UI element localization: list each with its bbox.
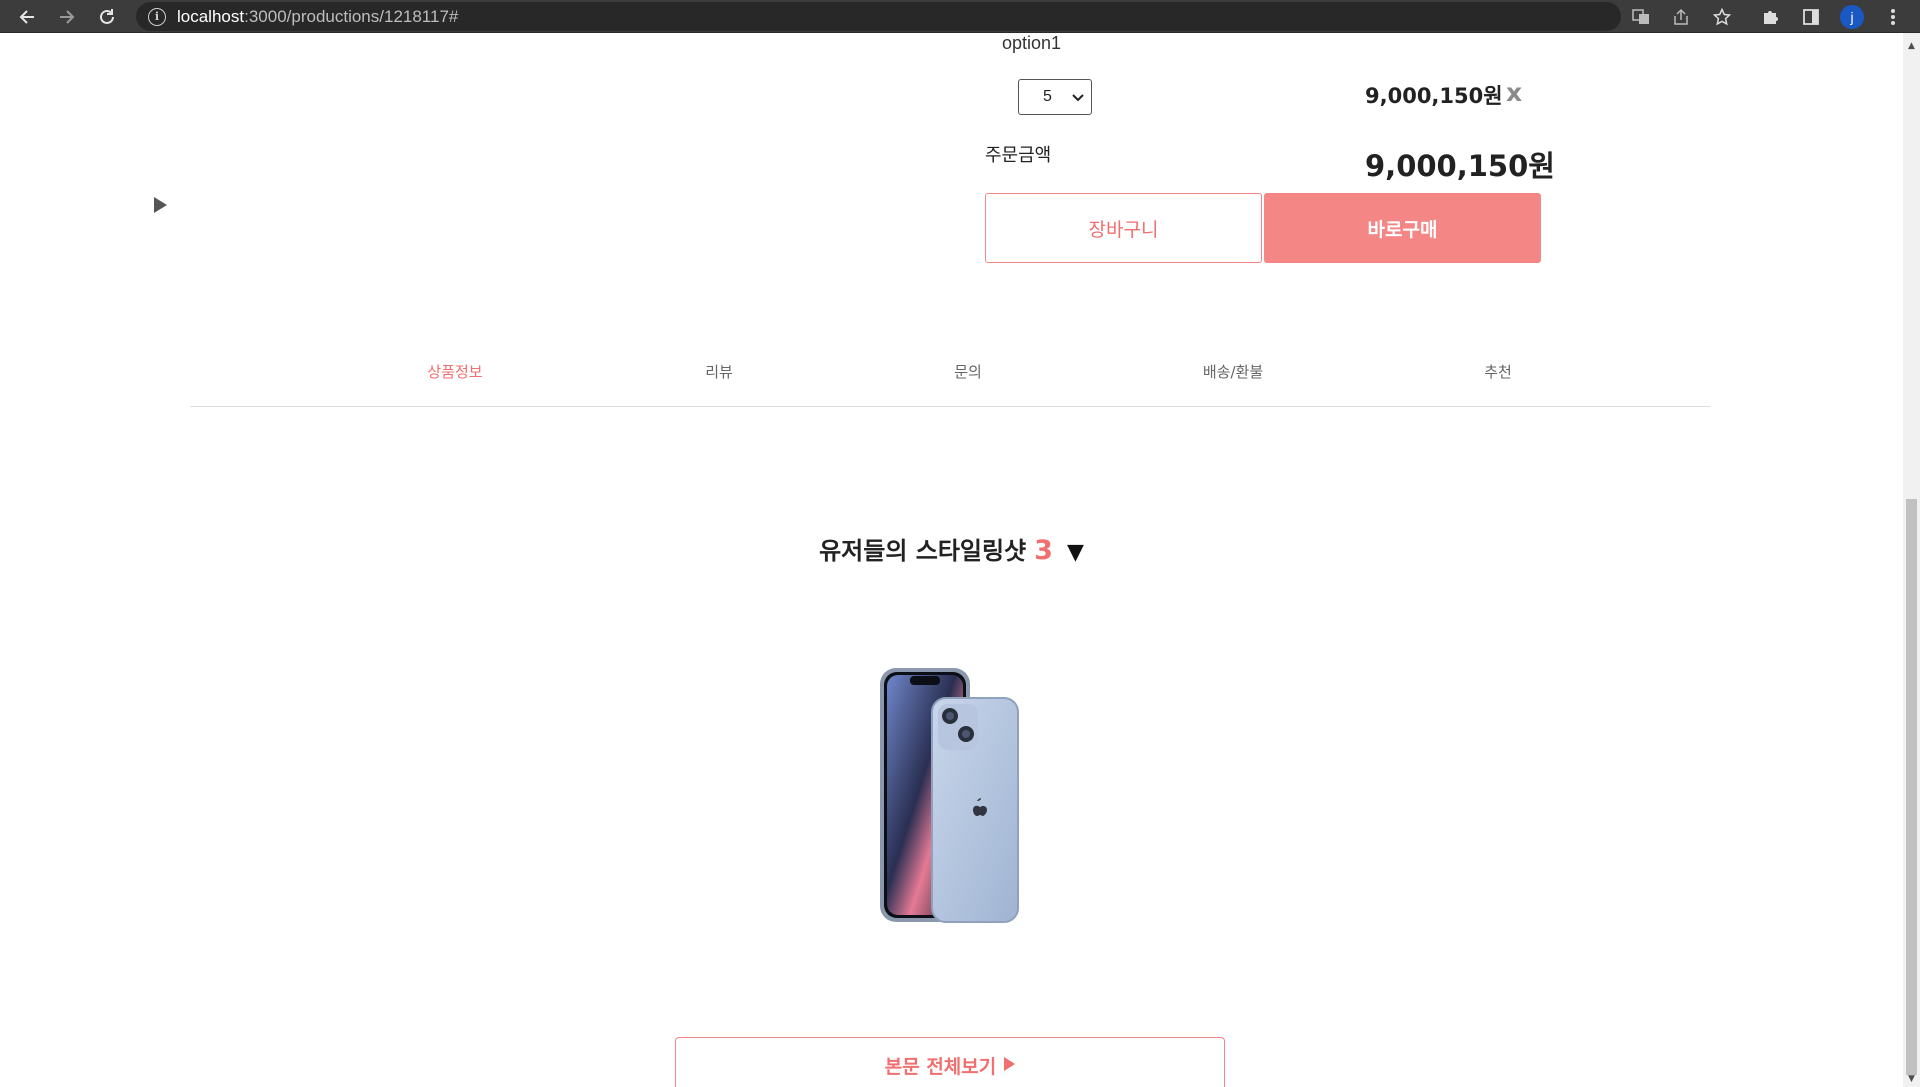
quantity-value: 5: [1043, 88, 1052, 105]
reload-icon[interactable]: [90, 0, 124, 33]
browser-toolbar: i localhost:3000/productions/1218117# j: [0, 0, 1920, 33]
styling-shots-title: 유저들의 스타일링샷: [819, 537, 1027, 565]
option-label: option1: [1002, 33, 1062, 53]
product-page: option1 5 9,000,150원 x 주문금액 9,000,150원 장…: [0, 33, 1903, 1087]
add-to-cart-button[interactable]: 장바구니: [985, 193, 1262, 263]
address-bar[interactable]: i localhost:3000/productions/1218117#: [136, 2, 1621, 31]
chevron-down-icon: [1072, 94, 1084, 102]
share-icon[interactable]: [1663, 0, 1699, 33]
play-triangle-icon: [1004, 1057, 1016, 1071]
tab-product-info[interactable]: 상품정보: [427, 361, 482, 382]
styling-shots-toggle[interactable]: ▼: [1067, 540, 1084, 565]
extensions-puzzle-icon[interactable]: [1752, 0, 1788, 33]
read-full-content-button[interactable]: 본문 전체보기: [675, 1037, 1225, 1087]
styling-shots-count: 3: [1034, 535, 1053, 566]
carousel-play-icon[interactable]: [154, 197, 167, 213]
scroll-up-arrow-icon[interactable]: ▲: [1903, 37, 1920, 54]
product-phone-image[interactable]: [870, 666, 1030, 924]
back-arrow-icon[interactable]: [10, 0, 44, 33]
browser-menu-icon[interactable]: [1875, 0, 1911, 33]
tab-recommendations[interactable]: 추천: [1484, 361, 1512, 382]
bookmark-star-icon[interactable]: [1704, 0, 1740, 33]
tab-inquiries[interactable]: 문의: [954, 361, 982, 382]
forward-arrow-icon[interactable]: [50, 0, 84, 33]
remove-option-button[interactable]: x: [1506, 78, 1522, 107]
page-scrollbar[interactable]: ▲ ▼: [1903, 33, 1920, 1087]
order-total-label: 주문금액: [985, 145, 1052, 166]
order-total-value: 9,000,150원: [1365, 149, 1555, 183]
tab-reviews[interactable]: 리뷰: [705, 361, 733, 382]
read-full-content-label: 본문 전체보기: [884, 1056, 997, 1078]
scroll-down-arrow-icon[interactable]: ▼: [1903, 1070, 1920, 1087]
quantity-select[interactable]: 5: [1018, 79, 1092, 115]
option-item-price: 9,000,150원: [1365, 84, 1503, 108]
profile-avatar[interactable]: j: [1834, 0, 1870, 33]
tab-shipping-refund[interactable]: 배송/환불: [1203, 361, 1263, 382]
site-info-icon[interactable]: i: [148, 7, 166, 26]
buy-now-button[interactable]: 바로구매: [1264, 193, 1541, 263]
translate-icon[interactable]: [1623, 0, 1659, 33]
side-panel-icon[interactable]: [1793, 0, 1829, 33]
styling-shots-heading: 유저들의 스타일링샷 3 ▼: [0, 531, 1903, 566]
url-text: localhost:3000/productions/1218117#: [177, 6, 459, 26]
product-tabs: 상품정보 리뷰 문의 배송/환불 추천: [190, 361, 1710, 407]
scrollbar-thumb[interactable]: [1906, 499, 1917, 1075]
